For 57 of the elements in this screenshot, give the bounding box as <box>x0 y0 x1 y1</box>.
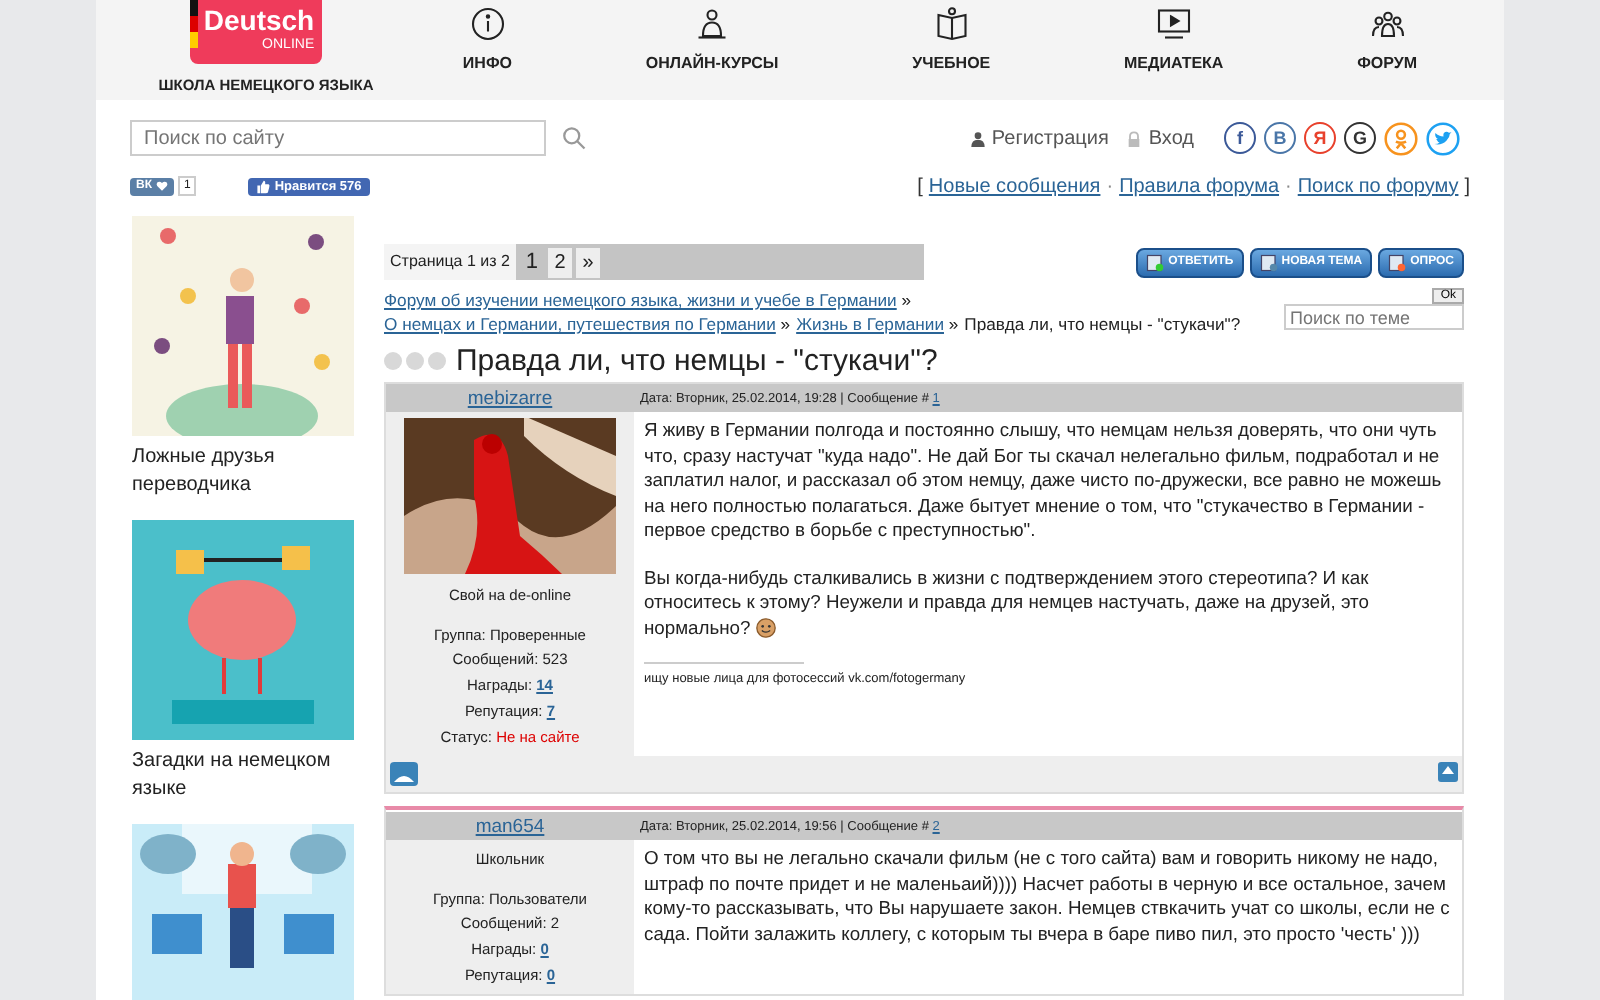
page-label: Страница 1 из 2 <box>384 244 516 280</box>
nav-item[interactable]: ОНЛАЙН-КУРСЫ <box>645 0 779 100</box>
user-icon <box>969 129 986 147</box>
lock-icon <box>1126 129 1143 147</box>
heart-icon <box>156 180 168 192</box>
document-icon <box>1388 253 1407 271</box>
social-button[interactable]: G <box>1344 121 1376 153</box>
document-icon <box>1259 253 1278 271</box>
username-link[interactable]: man654 <box>386 815 634 837</box>
document-icon <box>1146 253 1165 271</box>
nav-item[interactable]: МЕДИАТЕКА <box>1124 0 1224 100</box>
bracket: [ <box>917 175 923 197</box>
breadcrumb-separator: » <box>901 290 912 310</box>
breadcrumb-link[interactable]: О немцах и Германии, путешествия по Германии <box>384 314 776 334</box>
article-link[interactable]: Ложные друзья переводчика <box>132 444 354 500</box>
social-button[interactable]: f <box>1224 121 1256 153</box>
breadcrumb-link[interactable]: Форум об изучении немецкого языка, жизни и учебе в Германии <box>384 290 897 310</box>
topic-title: Правда ли, что немцы - "стукачи"? <box>456 343 938 377</box>
thumbs-up-icon <box>256 179 271 193</box>
social-button[interactable]: В <box>1264 121 1296 153</box>
twitter-icon[interactable] <box>1426 121 1460 155</box>
separator: · <box>1106 175 1114 197</box>
nav-item[interactable]: УЧЕБНОЕ <box>912 0 991 100</box>
post-text: Вы когда-нибудь сталкивались в жизни с подтверждением этого стереотипа? И как относитесь к этому? Неужели и правда для немцев настучать, даже на друзей, это нормально? <box>644 565 1371 640</box>
topic-status-icon <box>384 351 446 369</box>
separator: · <box>1285 175 1292 197</box>
nav-item[interactable]: ФОРУМ <box>1357 0 1417 100</box>
post-text: О том что вы не легально скачали фильм (не с того сайта) вам и говорить никому не надо, штраф по почте придет и не маленьаий)))) Насчет работы в черную и все остальное, зачем кому-то рассказывать, что Вы нарушаете закон. Немцев ствкачить учат со школы, если не с сада. Пойти залажить коллегу, с которым ты вчера в баре пиво пил, это просто 'честь' ))) <box>644 846 1452 946</box>
post-text: Я живу в Германии полгода и постоянно слышу, что немцам нельзя доверять, что они чуть что, сразу настучат "куда надо". Не дай Бог ты скачал нелегально фильм, подработал и не заплатил налог, и рассказал об этом немцу, даже чисто по-дружески, все равно не можешь на него полностью полагаться. Даже бытует мнение о том, что "стукачество в Германии - первое средство в борьбе с преступностью". <box>644 418 1444 543</box>
info-icon <box>469 6 506 42</box>
topic-search-field[interactable]: Поиск по теме <box>1284 304 1464 330</box>
book-icon <box>933 6 970 42</box>
article-link[interactable]: Загадки на немецком языке <box>132 748 354 804</box>
nav-item[interactable]: ИНФО <box>462 0 512 100</box>
search-field[interactable]: Поиск по сайту <box>130 120 546 156</box>
login-link[interactable]: Вход <box>1148 127 1194 149</box>
current-topic: Правда ли, что немцы - "стукачи"? <box>964 312 1241 336</box>
breadcrumb-link[interactable]: Жизнь в Германии <box>796 314 944 334</box>
register-link[interactable]: Регистрация <box>991 127 1109 149</box>
people-icon <box>1369 6 1406 42</box>
forum-link[interactable]: Новые сообщения <box>928 175 1101 197</box>
username-link[interactable]: mebizarre <box>386 387 634 409</box>
play-screen-icon <box>1155 6 1192 42</box>
social-button[interactable]: Я <box>1304 121 1336 153</box>
odnoklassniki-icon[interactable] <box>1384 121 1418 155</box>
bracket: ] <box>1464 175 1470 197</box>
smiley-icon <box>756 618 777 639</box>
person-icon <box>694 6 731 42</box>
search-icon[interactable] <box>562 126 586 150</box>
forum-link[interactable]: Поиск по форуму <box>1297 175 1459 197</box>
scroll-up-icon[interactable] <box>1438 762 1458 782</box>
profile-icon[interactable] <box>390 762 418 786</box>
breadcrumb-separator: » <box>948 314 959 334</box>
page-link[interactable]: 2 <box>547 247 572 277</box>
forum-link[interactable]: Правила форума <box>1119 175 1280 197</box>
page-link[interactable]: » <box>575 247 600 277</box>
breadcrumb-separator: » <box>780 314 791 334</box>
